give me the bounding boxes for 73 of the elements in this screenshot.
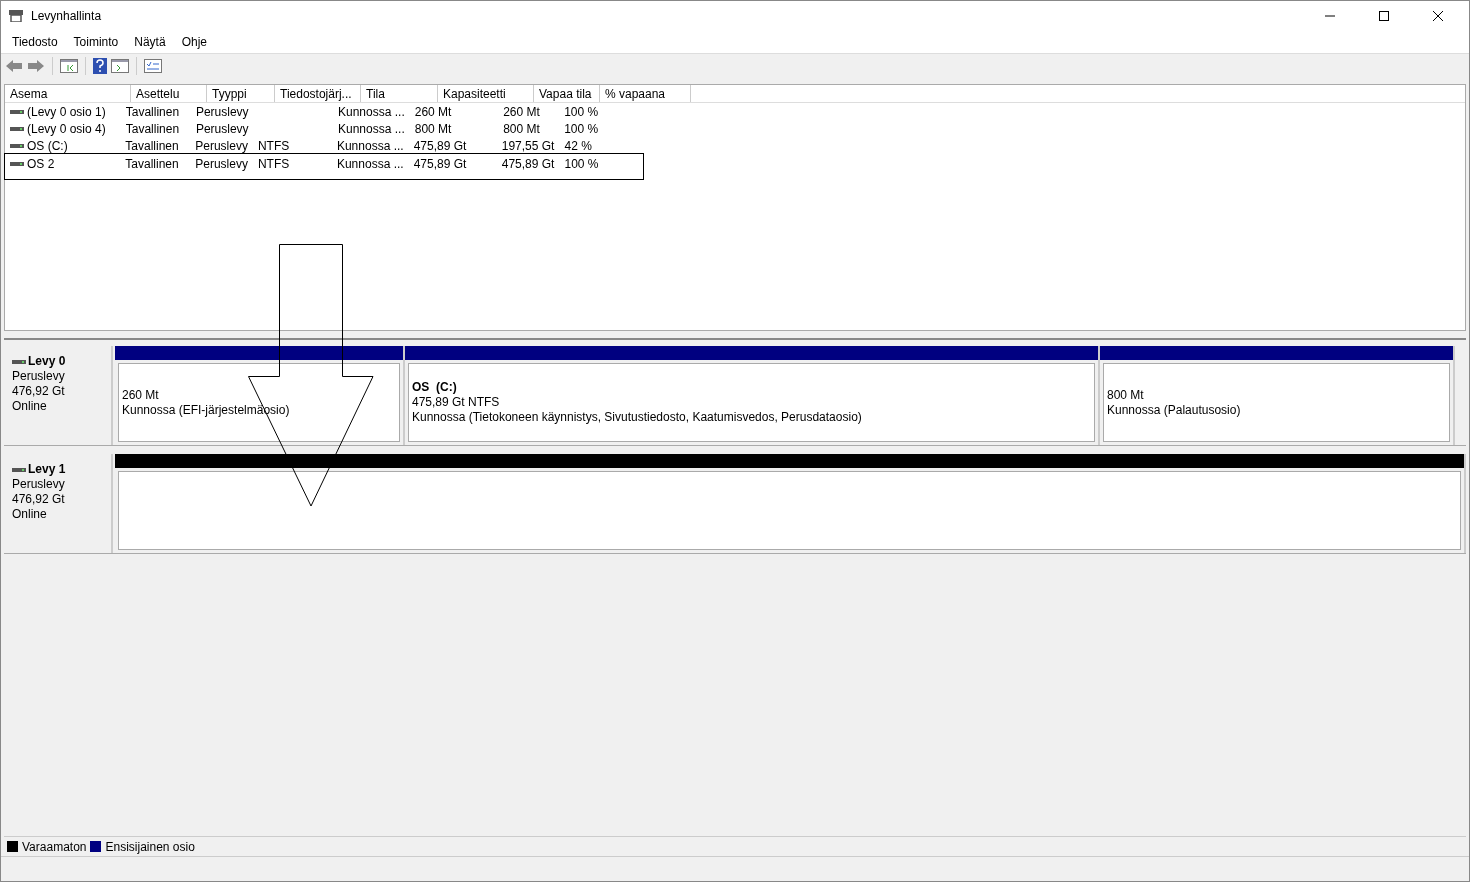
table-cell-text: 100 % (564, 103, 599, 121)
table-cell-text: NTFS (257, 156, 290, 173)
table-row[interactable]: OS (C:) Tavallinen Peruslevy NTFS Kunnossa ... 475,89 Gt 197,55 Gt 42 % (5, 137, 643, 154)
table-cell-text: NTFS (257, 137, 290, 155)
table-cell-text: 260 Mt (503, 103, 540, 121)
column-header[interactable]: Vapaa tila (534, 85, 600, 102)
panel-icon[interactable] (111, 59, 129, 73)
app-icon (9, 10, 23, 22)
table-row[interactable]: (Levy 0 osio 4) Tavallinen Peruslevy Kunnossa ... 800 Mt 800 Mt 100 % (5, 120, 643, 137)
properties-icon[interactable] (144, 59, 162, 73)
table-cell-text: 475,89 Gt (501, 156, 555, 173)
window-title: Levynhallinta (31, 8, 102, 25)
table-cell-text: Kunnossa ... (336, 137, 404, 155)
back-icon[interactable] (5, 59, 23, 73)
column-header[interactable]: Tila (361, 85, 438, 102)
table-cell-text: (Levy 0 osio 4) (27, 120, 106, 138)
panel-icon[interactable] (60, 59, 78, 73)
partition-info: 260 Mt (122, 387, 160, 403)
table-cell-text: Peruslevy (195, 137, 248, 155)
disk-status: Online (12, 399, 48, 414)
column-header[interactable]: Asema (5, 85, 131, 102)
menu-item[interactable]: Ohje (173, 33, 215, 51)
column-header[interactable]: Tiedostojärj... (275, 85, 361, 102)
disk-name: Levy 0 (28, 354, 66, 369)
table-cell-text: 800 Mt (414, 120, 452, 138)
column-header[interactable]: Kapasiteetti (438, 85, 534, 102)
table-cell-text: Tavallinen (125, 103, 180, 121)
disk-type: Peruslevy (12, 369, 66, 384)
table-cell-text: Peruslevy (195, 156, 248, 173)
disk-status: Online (12, 507, 48, 522)
forward-icon[interactable] (27, 59, 45, 73)
partition-info: 800 Mt (1107, 387, 1145, 403)
table-cell-text: (Levy 0 osio 1) (27, 103, 106, 121)
menu-item[interactable]: Tiedosto (4, 33, 66, 51)
table-cell-text: Tavallinen (125, 156, 179, 173)
partition-info: Kunnossa (Palautusosio) (1107, 402, 1242, 418)
table-cell-text: 100 % (564, 120, 599, 138)
column-header[interactable]: Asettelu (131, 85, 207, 102)
partition-block[interactable] (115, 454, 1466, 553)
table-cell-text: 475,89 Gt (413, 156, 467, 173)
partition-info: Kunnossa (Tietokoneen käynnistys, Sivutustiedosto, Kaatumisvedos, Perusdataosio) (412, 410, 863, 425)
table-cell-text: Tavallinen (125, 137, 179, 155)
table-cell-text: OS (C:) (27, 137, 68, 155)
menu-item[interactable]: Toiminto (65, 33, 127, 51)
partition-title: OS (C:) (412, 380, 458, 395)
partition-info: 475,89 Gt NTFS (412, 395, 501, 410)
maximize-icon (1379, 11, 1389, 21)
table-cell-text: 475,89 Gt (413, 137, 467, 155)
table-cell-text: Peruslevy (195, 103, 249, 121)
table-cell-text: 260 Mt (414, 103, 452, 121)
help-icon[interactable] (93, 58, 107, 74)
table-cell-text: 800 Mt (503, 120, 540, 138)
disk-size: 476,92 Gt (12, 492, 66, 507)
menu-item[interactable]: Näytä (126, 33, 174, 51)
column-header[interactable]: Tyyppi (207, 85, 275, 102)
table-row[interactable]: OS 2 Tavallinen Peruslevy NTFS Kunnossa ... 475,89 Gt 475,89 Gt 100 % (5, 154, 643, 179)
table-cell-text: Kunnossa ... (338, 120, 405, 138)
legend-label: Varaamaton (22, 838, 87, 856)
table-cell-text: OS 2 (27, 156, 55, 173)
table-cell-text: Peruslevy (195, 120, 249, 138)
legend-label: Ensisijainen osio (105, 838, 195, 856)
table-cell-text: 42 % (564, 137, 592, 155)
column-header[interactable]: % vapaana (600, 85, 691, 102)
table-cell-text: 197,55 Gt (501, 137, 555, 155)
close-icon (1433, 11, 1443, 21)
table-cell-text: Kunnossa ... (338, 103, 405, 121)
table-cell-text: Kunnossa ... (336, 156, 404, 173)
disk-type: Peruslevy (12, 477, 66, 492)
disk-size: 476,92 Gt (12, 384, 66, 399)
table-cell-text: Tavallinen (125, 120, 180, 138)
disk-name: Levy 1 (28, 462, 66, 477)
table-cell-text: 100 % (564, 156, 599, 173)
table-row[interactable]: (Levy 0 osio 1) Tavallinen Peruslevy Kunnossa ... 260 Mt 260 Mt 100 % (5, 103, 643, 120)
